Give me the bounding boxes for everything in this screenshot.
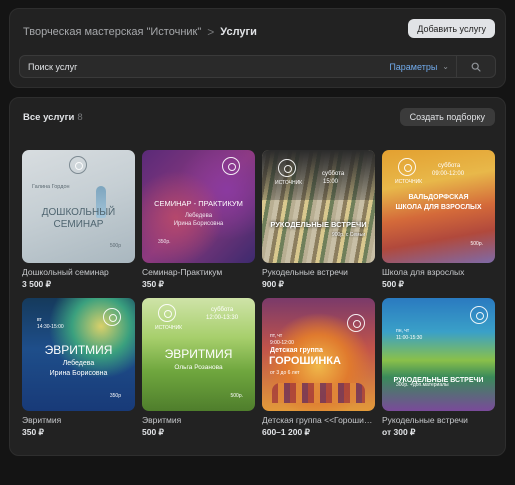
service-price: 350 ₽ bbox=[22, 427, 44, 437]
page-title: Услуги bbox=[220, 26, 257, 38]
service-card[interactable]: Галина Гордон ДОШКОЛЬНЫЙ СЕМИНАР 500р До… bbox=[22, 150, 135, 290]
thumb-day: пт, чт bbox=[270, 333, 283, 339]
istochnik-logo-icon bbox=[158, 304, 176, 322]
section-title-text: Все услуги bbox=[23, 112, 75, 123]
thumb-line1: ВАЛЬДОРФСКАЯ bbox=[408, 194, 469, 201]
thumb-line1: ЭВРИТМИЯ bbox=[164, 347, 233, 361]
service-price: 900 ₽ bbox=[262, 279, 284, 289]
thumb-line1: ДОШКОЛЬНЫЙ bbox=[41, 207, 116, 218]
thumb-time: 11:00-15:30 bbox=[396, 335, 423, 341]
thumb-price: 300р. +доп.материалы bbox=[396, 382, 449, 388]
thumb-name2: Ирина Борисовна bbox=[173, 221, 224, 227]
service-title: Дошкольный семинар bbox=[22, 267, 109, 277]
service-thumbnail[interactable]: пт, чт 9:00-12:00 Детская группа ГОРОШИН… bbox=[262, 298, 375, 411]
thumb-day: суббота bbox=[211, 307, 234, 313]
breadcrumb-parent-link[interactable]: Творческая мастерская "Источник" bbox=[23, 26, 201, 38]
thumb-line2: ГОРОШИНКА bbox=[269, 355, 341, 367]
service-thumbnail[interactable]: ИСТОЧНИК суббота 15:00 РУКОДЕЛЬНЫЕ ВСТРЕ… bbox=[262, 150, 375, 263]
service-title: Детская группа <<Горошинка>> bbox=[262, 415, 375, 425]
params-dropdown[interactable]: Параметры ⌄ bbox=[382, 56, 457, 77]
service-thumbnail[interactable]: ИСТОЧНИК суббота 12:00-13:30 ЭВРИТМИЯ Ол… bbox=[142, 298, 255, 411]
service-card[interactable]: СЕМИНАР - ПРАКТИКУМ Лебедева Ирина Борис… bbox=[142, 150, 255, 290]
thumb-time: 14:30-15:00 bbox=[37, 324, 64, 330]
breadcrumb-separator: > bbox=[207, 25, 215, 39]
service-card[interactable]: ИСТОЧНИК суббота 15:00 РУКОДЕЛЬНЫЕ ВСТРЕ… bbox=[262, 150, 375, 290]
service-card[interactable]: пн, чт 11:00-15:30 РУКОДЕЛЬНЫЕ ВСТРЕЧИ 3… bbox=[382, 298, 495, 438]
thumb-logo-text: ИСТОЧНИК bbox=[395, 179, 423, 185]
services-panel: Все услуги 8 Создать подборку Галина Горд… bbox=[9, 97, 506, 456]
header-panel: Творческая мастерская "Источник" > Услуг… bbox=[9, 8, 506, 88]
service-title: Эвритмия bbox=[142, 415, 182, 425]
section-title: Все услуги 8 bbox=[23, 112, 83, 123]
service-thumbnail[interactable]: вт 14:30-15:00 ЭВРИТМИЯ Лебедева Ирина Б… bbox=[22, 298, 135, 411]
thumb-line1: ЭВРИТМИЯ bbox=[44, 343, 113, 357]
search-icon bbox=[471, 62, 481, 72]
thumb-price: 350р bbox=[109, 393, 121, 399]
thumb-price: 500р. bbox=[470, 241, 483, 247]
search-bar: Параметры ⌄ bbox=[19, 55, 496, 78]
thumb-name1: Ольга Розанова bbox=[174, 364, 223, 371]
service-title: Семинар-Практикум bbox=[142, 267, 223, 277]
thumb-name1: Лебедева bbox=[184, 213, 213, 219]
service-price: 500 ₽ bbox=[142, 427, 164, 437]
thumb-author: Галина Гордон bbox=[32, 184, 70, 190]
service-title: Рукодельные встречи bbox=[262, 267, 348, 277]
istochnik-logo-icon bbox=[398, 158, 416, 176]
service-thumbnail[interactable]: ИСТОЧНИК суббота 09:00-12:00 ВАЛЬДОРФСКА… bbox=[382, 150, 495, 263]
thumb-shade bbox=[262, 150, 375, 200]
params-label: Параметры bbox=[389, 61, 438, 72]
thumb-time: 15:00 bbox=[323, 179, 339, 185]
istochnik-logo-icon bbox=[347, 314, 365, 332]
service-title: Школа для взрослых bbox=[382, 267, 465, 277]
thumb-logo-text: ИСТОЧНИК bbox=[155, 325, 183, 331]
thumb-day: суббота bbox=[322, 171, 345, 177]
thumb-price: 500р. bbox=[230, 393, 243, 399]
thumb-day: пн, чт bbox=[396, 328, 410, 334]
istochnik-logo-icon bbox=[69, 156, 87, 174]
thumb-name1: Лебедева bbox=[62, 360, 95, 367]
service-price: от 300 ₽ bbox=[382, 427, 416, 437]
service-thumbnail[interactable]: пн, чт 11:00-15:30 РУКОДЕЛЬНЫЕ ВСТРЕЧИ 3… bbox=[382, 298, 495, 411]
service-title: Эвритмия bbox=[22, 415, 62, 425]
thumb-line1: Детская группа bbox=[270, 347, 323, 354]
thumb-line1: СЕМИНАР - ПРАКТИКУМ bbox=[154, 199, 243, 208]
service-card[interactable]: вт 14:30-15:00 ЭВРИТМИЯ Лебедева Ирина Б… bbox=[22, 298, 135, 438]
search-button[interactable] bbox=[457, 56, 495, 77]
thumb-sub: от 3 до 6 лет bbox=[270, 370, 300, 376]
thumb-line1: РУКОДЕЛЬНЫЕ ВСТРЕЧИ bbox=[270, 220, 367, 229]
istochnik-logo-icon bbox=[222, 157, 240, 175]
thumb-price: 500р bbox=[109, 243, 121, 249]
thumb-line2: СЕМИНАР bbox=[53, 219, 104, 230]
chevron-down-icon: ⌄ bbox=[442, 62, 449, 71]
thumb-time: 12:00-13:30 bbox=[206, 315, 239, 321]
service-price: 350 ₽ bbox=[142, 279, 164, 289]
search-input[interactable] bbox=[20, 56, 383, 77]
thumb-name2: Ирина Борисовна bbox=[49, 370, 108, 377]
thumb-logo-text: ИСТОЧНИК bbox=[275, 180, 303, 186]
thumb-line2: ШКОЛА ДЛЯ ВЗРОСЛЫХ bbox=[395, 204, 482, 211]
istochnik-logo-icon bbox=[278, 159, 296, 177]
create-collection-button[interactable]: Создать подборку bbox=[399, 108, 495, 126]
services-count: 8 bbox=[77, 112, 83, 123]
thumb-day: вт bbox=[37, 317, 42, 323]
thumb-time: 9:00-12:00 bbox=[270, 340, 294, 346]
service-price: 600–1 200 ₽ bbox=[262, 427, 310, 437]
breadcrumb: Творческая мастерская "Источник" > Услуг… bbox=[23, 21, 257, 43]
add-service-button[interactable]: Добавить услугу bbox=[408, 19, 495, 38]
istochnik-logo-icon bbox=[103, 308, 121, 326]
service-card[interactable]: ИСТОЧНИК суббота 09:00-12:00 ВАЛЬДОРФСКА… bbox=[382, 150, 495, 290]
service-card[interactable]: пт, чт 9:00-12:00 Детская группа ГОРОШИН… bbox=[262, 298, 375, 438]
service-thumbnail[interactable]: Галина Гордон ДОШКОЛЬНЫЙ СЕМИНАР 500р bbox=[22, 150, 135, 263]
thumb-day: суббота bbox=[438, 163, 461, 169]
thumb-price: 350р. bbox=[158, 239, 171, 245]
thumb-time: 09:00-12:00 bbox=[432, 171, 465, 177]
children-illustration bbox=[272, 383, 365, 403]
service-price: 500 ₽ bbox=[382, 279, 404, 289]
service-price: 3 500 ₽ bbox=[22, 279, 52, 289]
thumb-price: 900р. с Семьи bbox=[331, 232, 365, 238]
istochnik-logo-icon bbox=[470, 306, 488, 324]
service-title: Рукодельные встречи bbox=[382, 415, 468, 425]
service-thumbnail[interactable]: СЕМИНАР - ПРАКТИКУМ Лебедева Ирина Борис… bbox=[142, 150, 255, 263]
service-card[interactable]: ИСТОЧНИК суббота 12:00-13:30 ЭВРИТМИЯ Ол… bbox=[142, 298, 255, 438]
